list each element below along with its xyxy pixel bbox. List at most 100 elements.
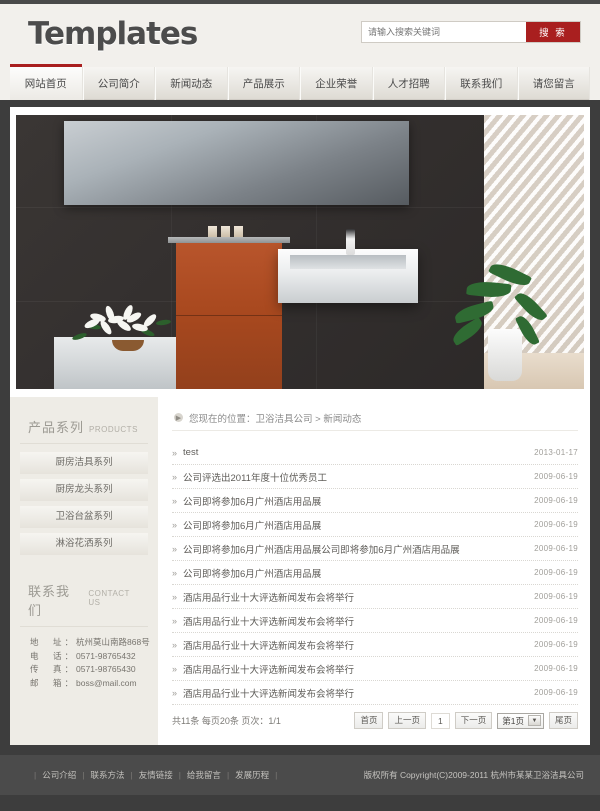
news-date: 2009-06-19 (534, 472, 578, 481)
news-list-item[interactable]: » 酒店用品行业十大评选新闻发布会将举行 2009-06-19 (172, 633, 578, 657)
footer-separator: | (130, 770, 133, 780)
contact-info-list: 地 址：杭州莫山南路868号 电 话：0571-98765432 传 真：057… (20, 636, 150, 690)
cabinet-top (168, 237, 290, 243)
faucet (346, 229, 355, 255)
news-title[interactable]: 酒店用品行业十大评选新闻发布会将举行 (183, 614, 534, 628)
contact-phone-row: 电 话：0571-98765432 (30, 650, 142, 664)
news-list-item[interactable]: » 酒店用品行业十大评选新闻发布会将举行 2009-06-19 (172, 585, 578, 609)
news-list-item[interactable]: » 公司即将参加6月广州酒店用品展 2009-06-19 (172, 513, 578, 537)
chevron-double-right-icon: » (172, 615, 178, 626)
wash-basin (278, 249, 418, 303)
news-date: 2009-06-19 (534, 688, 578, 697)
nav-item-honors[interactable]: 企业荣誉 (300, 67, 373, 100)
content-area: 产品系列 PRODUCTS 厨房洁具系列 厨房龙头系列 卫浴台盆系列 淋浴花洒系… (10, 397, 590, 745)
news-date: 2009-06-19 (534, 496, 578, 505)
chevron-double-right-icon: » (172, 447, 178, 458)
news-list-item[interactable]: » 公司评选出2011年度十位优秀员工 2009-06-19 (172, 465, 578, 489)
chevron-double-right-icon: » (172, 519, 178, 530)
chevron-down-icon[interactable]: ▼ (527, 715, 541, 726)
banner-container (10, 107, 590, 397)
news-list-item[interactable]: » 公司即将参加6月广州酒店用品展公司即将参加6月广州酒店用品展 2009-06… (172, 537, 578, 561)
sidebar: 产品系列 PRODUCTS 厨房洁具系列 厨房龙头系列 卫浴台盆系列 淋浴花洒系… (10, 397, 158, 745)
site-logo[interactable]: Templates (28, 16, 198, 52)
footer-separator: | (275, 770, 278, 780)
news-list-item[interactable]: » test 2013-01-17 (172, 441, 578, 465)
news-date: 2009-06-19 (534, 568, 578, 577)
footer-links: | 公司介绍 | 联系方法 | 友情链接 | 给我留言 | 发展历程 | (10, 769, 283, 781)
news-list-item[interactable]: » 公司即将参加6月广州酒店用品展 2009-06-19 (172, 561, 578, 585)
news-title[interactable]: 公司即将参加6月广州酒店用品展 (183, 494, 534, 508)
news-title[interactable]: 酒店用品行业十大评选新闻发布会将举行 (183, 662, 534, 676)
jar (234, 226, 243, 237)
breadcrumb: ▶ 您现在的位置：卫浴洁具公司 > 新闻动态 (172, 405, 578, 431)
news-title[interactable]: 公司即将参加6月广州酒店用品展 (183, 566, 534, 580)
nav-item-products[interactable]: 产品展示 (227, 67, 300, 100)
breadcrumb-text: 您现在的位置：卫浴洁具公司 > 新闻动态 (189, 413, 362, 425)
pagination-next-button[interactable]: 下一页 (454, 712, 493, 729)
nav-item-home[interactable]: 网站首页 (10, 64, 83, 100)
breadcrumb-marker-icon: ▶ (174, 413, 183, 422)
pagination-page-select[interactable]: 第1页 ▼ (497, 712, 544, 729)
news-title[interactable]: 酒店用品行业十大评选新闻发布会将举行 (183, 590, 534, 604)
wood-cabinet (176, 243, 282, 389)
news-date: 2013-01-17 (534, 448, 578, 457)
news-list-item[interactable]: » 酒店用品行业十大评选新闻发布会将举行 2009-06-19 (172, 657, 578, 681)
contact-phone-value: 0571-98765432 (76, 650, 136, 661)
page-root: Templates 搜 索 网站首页 公司简介 新闻动态 产品展示 企业荣誉 人… (0, 0, 600, 811)
footer-link-history[interactable]: 发展历程 (235, 769, 269, 781)
news-title[interactable]: 公司即将参加6月广州酒店用品展 (183, 518, 534, 532)
mirror (64, 121, 409, 205)
sidebar-item-shower[interactable]: 淋浴花洒系列 (20, 533, 148, 555)
sidebar-item-kitchen-sanitary[interactable]: 厨房洁具系列 (20, 452, 148, 474)
sidebar-item-kitchen-faucet[interactable]: 厨房龙头系列 (20, 479, 148, 501)
contact-fax-label: 传 真： (30, 664, 77, 674)
contact-address-label: 地 址： (30, 637, 77, 647)
news-list-item[interactable]: » 公司即将参加6月广州酒店用品展 2009-06-19 (172, 489, 578, 513)
news-title[interactable]: 酒店用品行业十大评选新闻发布会将举行 (183, 638, 534, 652)
chevron-double-right-icon: » (172, 687, 178, 698)
news-date: 2009-06-19 (534, 640, 578, 649)
news-title[interactable]: 酒店用品行业十大评选新闻发布会将举行 (183, 686, 534, 700)
jar (208, 226, 217, 237)
chevron-double-right-icon: » (172, 543, 178, 554)
main-navigation: 网站首页 公司简介 新闻动态 产品展示 企业荣誉 人才招聘 联系我们 请您留言 (10, 64, 590, 100)
chevron-double-right-icon: » (172, 591, 178, 602)
pagination-page-1[interactable]: 1 (431, 712, 450, 729)
nav-item-jobs[interactable]: 人才招聘 (372, 67, 445, 100)
banner-image-bathroom[interactable] (16, 115, 584, 389)
nav-item-message[interactable]: 请您留言 (517, 67, 590, 100)
news-date: 2009-06-19 (534, 664, 578, 673)
news-list-item[interactable]: » 酒店用品行业十大评选新闻发布会将举行 2009-06-19 (172, 681, 578, 705)
search-input[interactable] (362, 22, 526, 42)
pagination-first-button[interactable]: 首页 (354, 712, 384, 729)
pagination-prev-button[interactable]: 上一页 (388, 712, 426, 729)
footer-link-about[interactable]: 公司介绍 (42, 769, 76, 781)
contact-email-value[interactable]: boss@mail.com (76, 678, 137, 688)
nav-item-news[interactable]: 新闻动态 (155, 67, 228, 100)
sidebar-item-basin[interactable]: 卫浴台盆系列 (20, 506, 148, 528)
chevron-double-right-icon: » (172, 567, 178, 578)
contact-email-label: 邮 箱： (30, 677, 77, 688)
nav-item-contact[interactable]: 联系我们 (445, 67, 518, 100)
news-title[interactable]: 公司即将参加6月广州酒店用品展公司即将参加6月广州酒店用品展 (183, 542, 534, 556)
flower-bowl (112, 340, 144, 351)
footer-separator: | (34, 770, 37, 780)
chevron-double-right-icon: » (172, 639, 178, 650)
news-list-item[interactable]: » 酒店用品行业十大评选新闻发布会将举行 2009-06-19 (172, 609, 578, 633)
sidebar-products-block: 产品系列 PRODUCTS 厨房洁具系列 厨房龙头系列 卫浴台盆系列 淋浴花洒系… (10, 409, 158, 555)
footer-copyright: 版权所有 Copyright(C)2009-2011 杭州市某某卫浴洁具公司 (363, 770, 584, 780)
footer-link-message[interactable]: 给我留言 (187, 769, 221, 781)
basin-inner (290, 255, 406, 269)
search-box: 搜 索 (362, 22, 580, 42)
sidebar-contact-heading: 联系我们 CONTACT US (20, 573, 148, 627)
nav-item-about[interactable]: 公司简介 (82, 67, 155, 100)
sidebar-products-title-en: PRODUCTS (89, 425, 138, 434)
news-title[interactable]: 公司评选出2011年度十位优秀员工 (183, 470, 534, 484)
header-inner: Templates 搜 索 (10, 4, 590, 64)
footer-link-friendly-links[interactable]: 友情链接 (139, 769, 173, 781)
pagination-info: 共11条 每页20条 页次：1/1 (172, 716, 281, 726)
footer-link-contact[interactable]: 联系方法 (90, 769, 124, 781)
pagination-last-button[interactable]: 尾页 (548, 712, 578, 729)
news-title[interactable]: test (183, 447, 534, 458)
search-button[interactable]: 搜 索 (526, 22, 580, 42)
